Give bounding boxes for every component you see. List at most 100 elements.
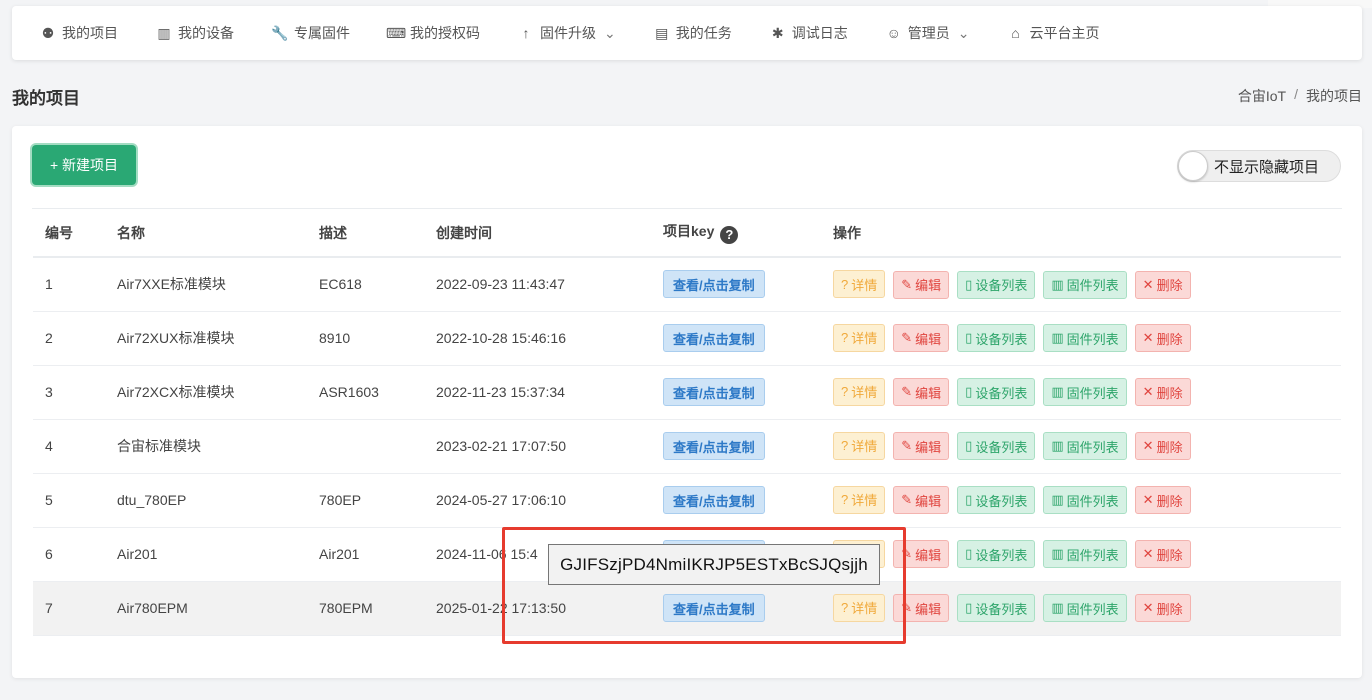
firmware-list-button-label: 固件列表 (1066, 547, 1119, 563)
cell-name: 合宙标准模块 (105, 419, 307, 474)
nav-item-1[interactable]: ▥ 我的设备 (156, 23, 234, 43)
toggle-label: 不显示隐藏项目 (1214, 158, 1320, 176)
arrow-up-icon: ↑ (522, 25, 530, 41)
trash-icon: ✕ (1142, 276, 1154, 292)
edit-button[interactable]: ✎ 编辑 (893, 432, 950, 461)
firmware-list-button[interactable]: ▥ 固件列表 (1043, 432, 1127, 461)
delete-button[interactable]: ✕ 删除 (1134, 270, 1191, 299)
nav-item-7[interactable]: ☺ 管理员 ⌄ (886, 23, 970, 43)
table-row: 5 dtu_780EP 780EP 2024-05-27 17:06:10 查看/点击复… (33, 473, 1341, 528)
delete-button[interactable]: ✕ 删除 (1134, 594, 1191, 623)
detail-button[interactable]: ?详情 (833, 377, 886, 406)
cell-name: Air7XXE标准模块 (105, 257, 307, 312)
edit-button[interactable]: ✎ 编辑 (893, 324, 950, 353)
chip-icon: ▥ (1051, 330, 1064, 346)
cell-key: 查看/点击复制 (651, 311, 821, 366)
detail-button-label: 详情 (851, 331, 878, 347)
cell-id: 1 (33, 257, 105, 312)
table-row: 3 Air72XCX标准模块 ASR1603 2022-11-23 15:37:34 查… (33, 365, 1341, 420)
device-list-button[interactable]: ▯ 设备列表 (957, 432, 1036, 461)
trash-icon: ✕ (1142, 384, 1154, 400)
edit-button-label: 编辑 (915, 385, 942, 401)
cell-created: 2022-11-23 15:37:34 (424, 365, 651, 420)
detail-button[interactable]: ?详情 (833, 431, 886, 460)
delete-button-label: 删除 (1156, 331, 1183, 347)
header-desc-label: 描述 (319, 224, 347, 241)
device-list-button[interactable]: ▯ 设备列表 (957, 324, 1036, 353)
copy-key-button[interactable]: 查看/点击复制 (663, 270, 765, 299)
firmware-list-button[interactable]: ▥ 固件列表 (1043, 378, 1127, 407)
chip-icon: ▥ (157, 24, 171, 41)
detail-button-label: 详情 (851, 385, 878, 401)
delete-button[interactable]: ✕ 删除 (1134, 378, 1191, 407)
header-desc: 描述 (307, 209, 424, 258)
cell-id: 5 (33, 473, 105, 528)
copy-key-button[interactable]: 查看/点击复制 (663, 378, 765, 406)
device-list-button-label: 设备列表 (975, 385, 1028, 401)
cell-actions: ?详情✎编辑▯设备列表▥固件列表✕删除 (821, 473, 1341, 528)
delete-button[interactable]: ✕ 删除 (1134, 486, 1191, 515)
detail-button[interactable]: ?详情 (833, 485, 886, 514)
detail-button[interactable]: ?详情 (833, 323, 886, 352)
cell-created: 2022-09-23 11:43:47 (424, 257, 651, 312)
firmware-list-button[interactable]: ▥ 固件列表 (1043, 594, 1127, 623)
cell-created: 2024-05-27 17:06:10 (424, 473, 651, 528)
cell-id: 6 (33, 527, 105, 582)
edit-button[interactable]: ✎ 编辑 (893, 378, 950, 407)
delete-button[interactable]: ✕ 删除 (1134, 324, 1191, 353)
trash-icon: ✕ (1142, 546, 1154, 562)
nav-item-2[interactable]: 🔧 专属固件 (271, 23, 350, 43)
table-header-row: 编号 名称 描述 创建时间 项目key? 操作 (33, 209, 1341, 258)
nav-item-5[interactable]: ▤ 我的任务 (654, 23, 732, 43)
nav-item-label: 固件升级 (540, 25, 596, 41)
firmware-list-button-label: 固件列表 (1066, 385, 1119, 401)
copy-key-button[interactable]: 查看/点击复制 (663, 324, 765, 352)
chip-icon: ▥ (1051, 276, 1064, 292)
breadcrumb-home[interactable]: 合宙IoT (1238, 86, 1286, 106)
nav-item-8[interactable]: ⌂ 云平台主页 (1007, 23, 1099, 43)
detail-button-label: 详情 (851, 439, 878, 455)
cell-desc: ASR1603 (307, 365, 424, 420)
edit-button[interactable]: ✎ 编辑 (893, 486, 950, 515)
edit-button-label: 编辑 (915, 601, 942, 617)
help-question-icon[interactable]: ? (720, 225, 739, 244)
nav-item-0[interactable]: ⚉ 我的项目 (40, 23, 118, 43)
new-project-button[interactable]: + 新建项目 (32, 145, 136, 185)
copy-key-button[interactable]: 查看/点击复制 (663, 486, 765, 514)
wrench-icon: 🔧 (271, 24, 289, 41)
firmware-list-button[interactable]: ▥ 固件列表 (1043, 486, 1127, 515)
header-id-label: 编号 (45, 224, 73, 241)
phone-icon: ▯ (965, 438, 973, 454)
cell-id: 4 (33, 419, 105, 474)
copy-key-button[interactable]: 查看/点击复制 (663, 432, 765, 460)
device-list-button[interactable]: ▯ 设备列表 (957, 270, 1036, 299)
cell-name: Air72XUX标准模块 (105, 311, 307, 366)
device-list-button-label: 设备列表 (975, 439, 1028, 455)
nav-item-label: 云平台主页 (1029, 25, 1100, 41)
delete-button[interactable]: ✕ 删除 (1134, 540, 1191, 569)
nav-item-3[interactable]: ⌨ 我的授权码 (385, 23, 480, 43)
cell-key: 查看/点击复制 (651, 419, 821, 474)
device-list-button-label: 设备列表 (975, 547, 1028, 563)
firmware-list-button[interactable]: ▥ 固件列表 (1043, 270, 1127, 299)
nav-item-4[interactable]: ↑ 固件升级 ⌄ (518, 23, 616, 43)
cell-desc: 780EP (307, 473, 424, 528)
detail-button[interactable]: ?详情 (833, 270, 886, 298)
device-list-button[interactable]: ▯ 设备列表 (957, 378, 1036, 407)
device-list-button[interactable]: ▯ 设备列表 (957, 594, 1036, 623)
nav-item-6[interactable]: ✱ 调试日志 (770, 23, 848, 43)
device-list-button[interactable]: ▯ 设备列表 (957, 540, 1036, 569)
cell-actions: ?详情✎编辑▯设备列表▥固件列表✕删除 (821, 419, 1341, 474)
table-row: 1 Air7XXE标准模块 EC618 2022-09-23 11:43:47 查看/点… (33, 257, 1341, 312)
edit-button[interactable]: ✎ 编辑 (893, 270, 950, 299)
firmware-list-button[interactable]: ▥ 固件列表 (1043, 324, 1127, 353)
keyboard-icon: ⌨ (385, 24, 407, 41)
device-list-button[interactable]: ▯ 设备列表 (957, 486, 1036, 515)
cell-key: 查看/点击复制 (651, 365, 821, 420)
toggle-knob[interactable] (1178, 151, 1208, 181)
cell-key: 查看/点击复制 (651, 473, 821, 528)
hidden-projects-toggle[interactable]: 不显示隐藏项目 (1177, 150, 1341, 182)
delete-button-label: 删除 (1156, 547, 1183, 563)
delete-button[interactable]: ✕ 删除 (1134, 432, 1191, 461)
firmware-list-button[interactable]: ▥ 固件列表 (1043, 540, 1127, 569)
